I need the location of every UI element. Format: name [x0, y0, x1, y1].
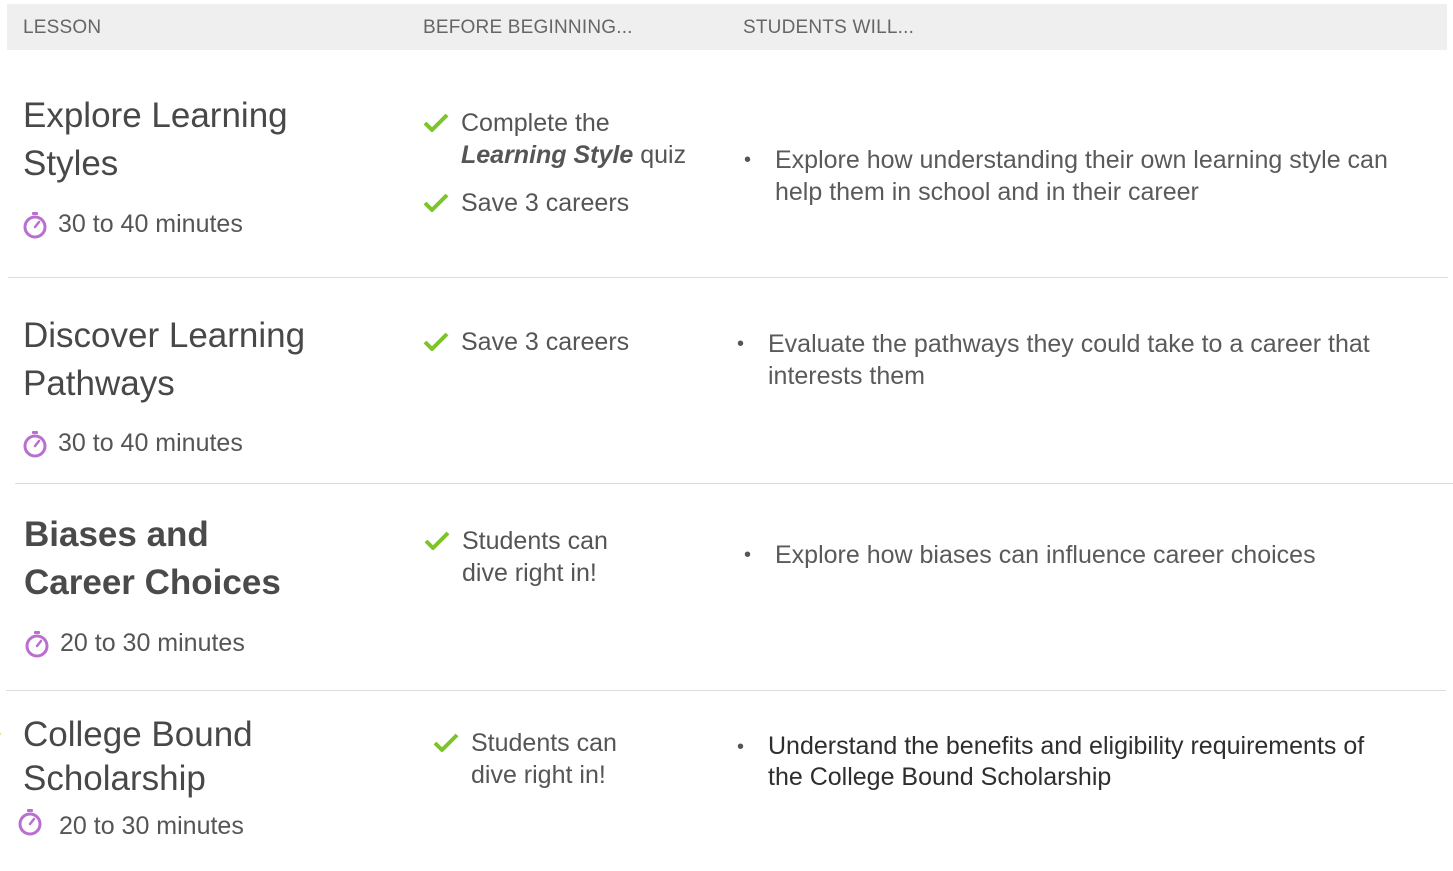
- objective-text: the College Bound Scholarship: [768, 763, 1112, 791]
- requirement-item: Students can dive right in!: [433, 727, 617, 791]
- check-icon: [424, 531, 450, 550]
- lesson-title-biases-and-career-choices[interactable]: Biases and Career Choices: [24, 511, 281, 607]
- requirement-item: Complete the Learning Style quiz: [423, 107, 686, 171]
- bullet: •: [737, 736, 745, 758]
- objective-text: Explore how understanding their own lear…: [775, 146, 1388, 174]
- lesson-title-line: Biases and: [24, 515, 209, 554]
- requirement-text: Students can: [471, 729, 617, 757]
- requirement-text: Students can: [462, 527, 608, 555]
- check-icon: [423, 113, 449, 132]
- stopwatch-icon: [18, 808, 42, 835]
- objective-text: help them in school and in their career: [775, 178, 1199, 206]
- objective-text: interests them: [768, 362, 926, 390]
- duration-text: 30 to 40 minutes: [58, 429, 243, 457]
- lesson-title-line: Pathways: [23, 364, 175, 403]
- requirement-text: dive right in!: [462, 559, 597, 587]
- lesson-title-discover-learning-pathways[interactable]: Discover Learning Pathways: [23, 312, 305, 408]
- lesson-title-line: Scholarship: [23, 759, 206, 798]
- lesson-title-line: Career Choices: [24, 563, 281, 602]
- table-header: [7, 4, 1447, 50]
- stopwatch-icon: [23, 211, 47, 238]
- check-icon: [423, 193, 449, 212]
- requirement-item: Save 3 careers: [423, 326, 629, 358]
- objective-text: Explore how biases can influence career …: [775, 541, 1316, 569]
- lesson-title-line: Styles: [23, 144, 119, 183]
- requirement-text: Save 3 careers: [461, 328, 630, 356]
- duration-text: 20 to 30 minutes: [60, 629, 245, 657]
- lesson-title-line: Discover Learning: [23, 316, 306, 355]
- header-before-beginning: BEFORE BEGINNING...: [423, 17, 633, 38]
- row-divider: [8, 277, 1448, 278]
- objective-text: Understand the benefits and eligibility …: [768, 732, 1365, 760]
- stopwatch-icon: [23, 430, 47, 457]
- lesson-duration: 20 to 30 minutes: [17, 808, 244, 841]
- lesson-title-line: Explore Learning: [23, 96, 288, 135]
- objective-item: • Explore how biases can influence caree…: [744, 539, 1316, 571]
- bullet: •: [744, 544, 752, 566]
- objective-item: • Understand the benefits and eligibilit…: [737, 731, 1364, 793]
- objective-item: • Explore how understanding their own le…: [744, 144, 1388, 208]
- row-divider: [15, 483, 1453, 484]
- lesson-duration: 30 to 40 minutes: [22, 429, 243, 458]
- requirement-text: quiz: [633, 141, 687, 169]
- lesson-title-line: College Bound: [23, 715, 253, 754]
- requirement-text: Save 3 careers: [461, 189, 630, 217]
- duration-text: 30 to 40 minutes: [58, 210, 243, 238]
- row-divider: [6, 690, 1446, 691]
- requirement-text: Complete the: [461, 109, 610, 137]
- lesson-duration: 30 to 40 minutes: [22, 210, 243, 239]
- header-lesson: LESSON: [23, 17, 102, 38]
- requirement-item: Students can dive right in!: [424, 525, 608, 589]
- requirement-item: Save 3 careers: [423, 187, 629, 219]
- duration-text: 20 to 30 minutes: [59, 812, 244, 840]
- star-icon: [0, 100, 8, 156]
- bullet: •: [744, 149, 752, 171]
- requirement-text: dive right in!: [471, 761, 606, 789]
- objective-text: Evaluate the pathways they could take to…: [768, 330, 1370, 358]
- learning-style-quiz-link[interactable]: Learning Style: [461, 141, 633, 169]
- star-icon: [0, 732, 1, 736]
- bullet: •: [737, 333, 745, 355]
- header-students-will: STUDENTS WILL...: [743, 17, 915, 38]
- lesson-title-explore-learning-styles[interactable]: Explore Learning Styles: [23, 92, 288, 188]
- lesson-title-college-bound-scholarship[interactable]: College Bound Scholarship: [23, 713, 253, 801]
- lesson-duration: 20 to 30 minutes: [24, 629, 245, 658]
- check-icon: [423, 332, 449, 351]
- objective-item: • Evaluate the pathways they could take …: [737, 328, 1370, 392]
- check-icon: [433, 733, 459, 752]
- stopwatch-icon: [25, 630, 49, 657]
